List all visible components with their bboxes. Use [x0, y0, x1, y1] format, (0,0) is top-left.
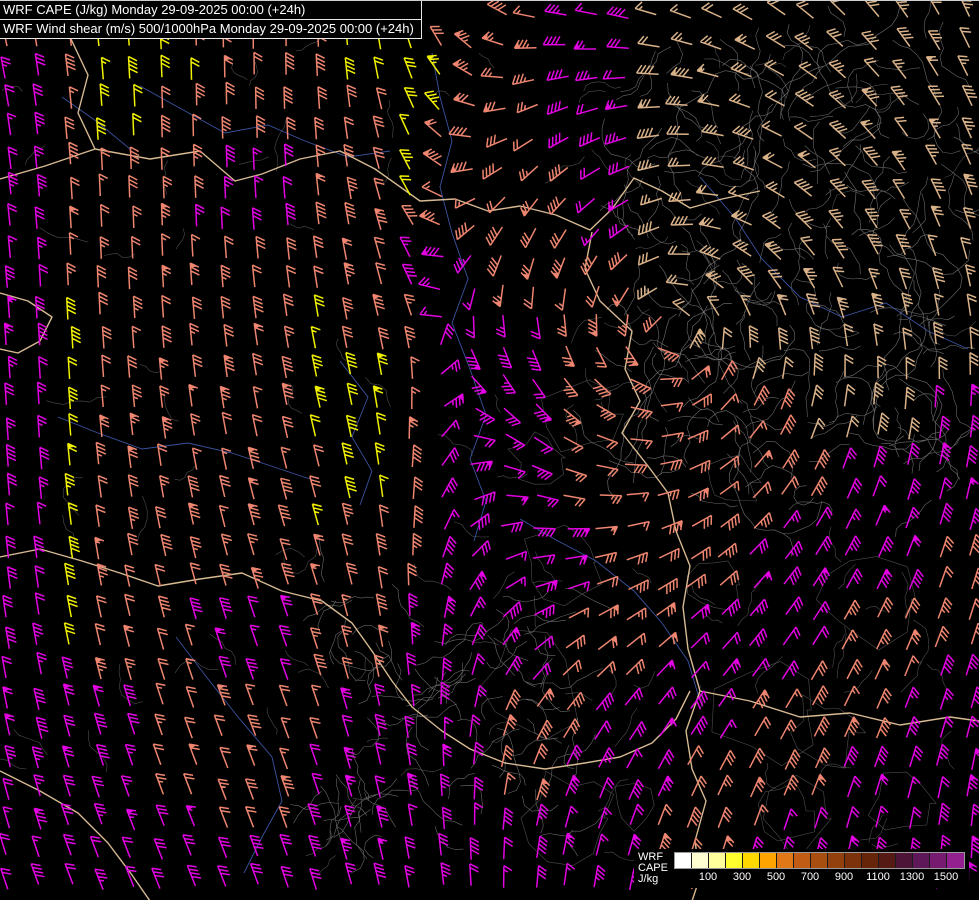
legend-colorbar-area: 100 300 500 700 900 1100 1300 1500 [674, 852, 965, 885]
legend-tick-label: 1100 [866, 871, 890, 883]
legend-swatch [709, 853, 726, 868]
legend-tick-row: 100 300 500 700 900 1100 1300 1500 [674, 871, 965, 885]
legend-unit-label: J/kg [638, 874, 668, 885]
legend-colorbar [674, 852, 965, 869]
weather-map-app: WRF CAPE (J/kg) Monday 29-09-2025 00:00 … [0, 0, 979, 900]
legend-tick-label: 1300 [900, 871, 924, 883]
map-canvas [0, 1, 979, 900]
legend-swatch [828, 853, 845, 868]
wind-barb-pennants [3, 42, 979, 867]
legend-tick-label: 500 [767, 871, 785, 883]
wind-barbs [635, 1, 979, 439]
map-title-block: WRF CAPE (J/kg) Monday 29-09-2025 00:00 … [0, 1, 422, 39]
district-border-loops [480, 380, 936, 866]
legend-swatch [743, 853, 760, 868]
legend-tick-label: 100 [699, 871, 717, 883]
legend-tick-label: 700 [801, 871, 819, 883]
legend-swatch [760, 853, 777, 868]
legend-swatch [947, 853, 964, 868]
legend-swatch [896, 853, 913, 868]
legend-swatch [862, 853, 879, 868]
map-title-cape: WRF CAPE (J/kg) Monday 29-09-2025 00:00 … [0, 1, 421, 20]
legend-swatch [845, 853, 862, 868]
legend-swatch [777, 853, 794, 868]
legend-swatch [879, 853, 896, 868]
legend-swatch [726, 853, 743, 868]
legend-tick-label: 900 [835, 871, 853, 883]
legend-tick-label: 300 [733, 871, 751, 883]
legend-tick-label: 1500 [934, 871, 958, 883]
legend-swatch [811, 853, 828, 868]
legend-swatch [930, 853, 947, 868]
legend-swatch [675, 853, 692, 868]
legend-swatch [794, 853, 811, 868]
legend-swatch [692, 853, 709, 868]
legend-label-column: WRF CAPE J/kg [638, 852, 674, 885]
map-title-windshear: WRF Wind shear (m/s) 500/1000hPa Monday … [0, 20, 421, 38]
legend-swatch [913, 853, 930, 868]
cape-legend: WRF CAPE J/kg 100 300 500 700 900 1100 1300 150… [634, 849, 969, 888]
